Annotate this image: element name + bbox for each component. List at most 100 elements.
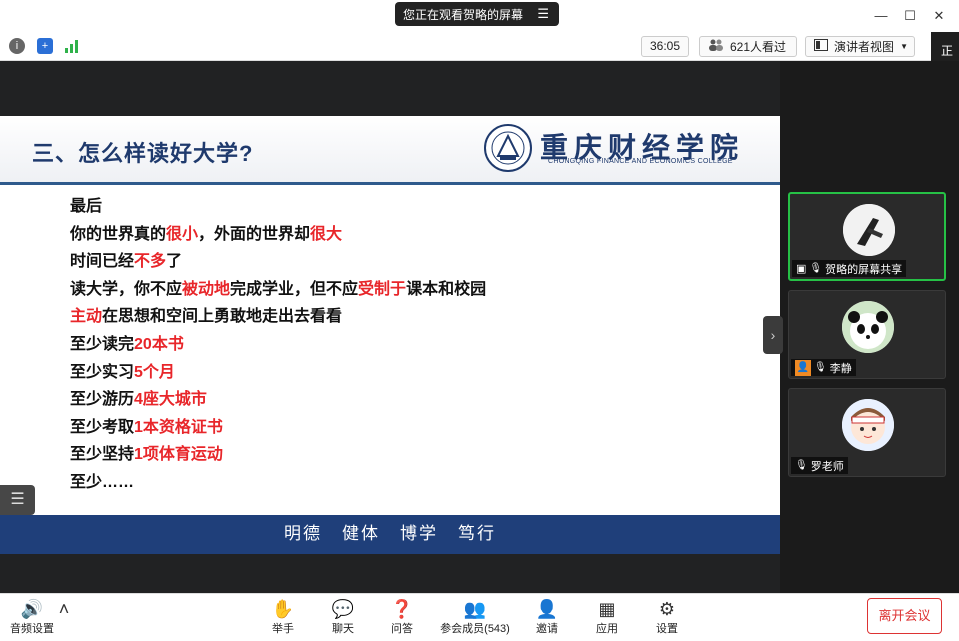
slide-line: 至少坚持1项体育运动 xyxy=(70,441,486,469)
slide-line: 至少…… xyxy=(70,469,486,497)
participant-name-tag: 👤 🎙 李静 xyxy=(791,359,856,376)
participant-tile[interactable]: ▣ 🎙 贺略的屏幕共享 xyxy=(788,192,946,281)
hand-icon: ✋ xyxy=(271,599,295,619)
body-text: 在思想和空间上勇敢地走出去看看 xyxy=(102,308,343,326)
apps-button[interactable]: ▦ 应用 xyxy=(577,596,637,640)
qa-button[interactable]: ❓ 问答 xyxy=(372,596,432,640)
participant-name-tag: ▣ 🎙 贺略的屏幕共享 xyxy=(792,260,907,277)
header-divider xyxy=(0,182,780,185)
slide-line: 读大学，你不应被动地完成学业，但不应受制于课本和校园 xyxy=(70,276,486,304)
invite-button[interactable]: 👤 邀请 xyxy=(517,596,577,640)
speaker-view-icon xyxy=(814,39,828,54)
mic-icon: 🎙 xyxy=(809,263,823,274)
highlight-text: 很大 xyxy=(310,225,343,243)
invite-label: 邀请 xyxy=(536,623,558,635)
participant-name: 罗老师 xyxy=(810,460,844,473)
motto-word: 笃行 xyxy=(458,524,496,544)
slide-line: 主动在思想和空间上勇敢地走出去看看 xyxy=(70,303,486,331)
highlight-text: 被动地 xyxy=(182,280,231,298)
presentation-slide: 三、怎么样读好大学? 重庆财经学院 CHONGQING FINANCE AND … xyxy=(0,116,780,554)
avatar xyxy=(842,399,894,451)
body-text: 你的世界真的 xyxy=(70,225,167,243)
highlight-text: 1项体育运动 xyxy=(134,446,223,464)
meeting-timer: 36:05 xyxy=(641,36,689,57)
settings-button[interactable]: ⚙ 设置 xyxy=(637,596,697,640)
members-button[interactable]: 👥 参会成员(543) xyxy=(436,596,514,640)
mic-muted-icon: 🎙 xyxy=(814,362,827,373)
participant-tile[interactable]: 👤 🎙 李静 xyxy=(788,290,946,379)
signal-icon[interactable] xyxy=(64,38,80,54)
members-label: 参会成员(543) xyxy=(440,623,510,635)
highlight-text: 4座大城市 xyxy=(134,391,207,409)
body-text: 至少…… xyxy=(70,473,135,491)
slide-line: 至少实习5个月 xyxy=(70,359,486,387)
panel-collapse-button[interactable]: › xyxy=(763,316,783,354)
screen-share-notice[interactable]: 您正在观看贺略的屏幕 ☰ xyxy=(395,2,559,26)
slide-line: 时间已经不多了 xyxy=(70,248,486,276)
highlight-text: 1本资格证书 xyxy=(134,418,223,436)
chat-label: 聊天 xyxy=(332,623,354,635)
slide-line: 最后 xyxy=(70,193,486,221)
body-text: 时间已经 xyxy=(70,253,135,271)
motto-word: 健体 xyxy=(342,524,380,544)
chat-icon: 💬 xyxy=(331,599,355,619)
college-seal-logo xyxy=(483,123,533,173)
title-bar: 您正在观看贺略的屏幕 ☰ — ☐ ✕ xyxy=(0,0,959,32)
share-notice-text: 您正在观看贺略的屏幕 xyxy=(403,7,524,22)
host-badge-icon: 👤 xyxy=(795,359,811,376)
meeting-controls-bar: 🔊 音频设置 ˄ ✋ 举手 💬 聊天 ❓ 问答 👥 参会成员(543) 👤 邀请… xyxy=(0,593,959,641)
minimize-button[interactable]: — xyxy=(871,6,891,26)
meeting-info-bar: i + 36:05 621人看过 演讲者视图 ▼ xyxy=(0,32,959,61)
body-text: 完成学业，但不应 xyxy=(230,280,359,298)
slide-title: 三、怎么样读好大学? xyxy=(32,141,254,166)
viewer-count[interactable]: 621人看过 xyxy=(699,36,797,57)
shared-screen-area: 三、怎么样读好大学? 重庆财经学院 CHONGQING FINANCE AND … xyxy=(0,61,780,593)
avatar xyxy=(842,301,894,353)
mic-muted-icon: 🎙 xyxy=(795,460,808,471)
slide-line: 至少游历4座大城市 xyxy=(70,386,486,414)
participant-tile[interactable]: 🎙 罗老师 xyxy=(788,388,946,477)
chat-button[interactable]: 💬 聊天 xyxy=(313,596,373,640)
maximize-button[interactable]: ☐ xyxy=(900,6,920,26)
info-icon[interactable]: i xyxy=(9,38,25,54)
apps-label: 应用 xyxy=(596,623,618,635)
highlight-text: 5个月 xyxy=(134,363,175,381)
chevron-down-icon: ▼ xyxy=(900,42,908,51)
people-icon: 👥 xyxy=(463,599,487,619)
participant-name-tag: 🎙 罗老师 xyxy=(791,457,848,474)
chevron-up-icon: ˄ xyxy=(58,599,70,619)
slide-header: 三、怎么样读好大学? 重庆财经学院 CHONGQING FINANCE AND … xyxy=(0,116,780,184)
highlight-text: 很小 xyxy=(166,225,199,243)
add-person-icon: 👤 xyxy=(535,599,559,619)
participant-name: 李静 xyxy=(829,362,852,375)
audio-options-button[interactable]: ˄ xyxy=(52,596,76,640)
slide-line: 你的世界真的很小，外面的世界却很大 xyxy=(70,221,486,249)
highlight-text: 主动 xyxy=(70,308,103,326)
hamburger-icon[interactable]: ☰ xyxy=(537,6,549,22)
raise-hand-button[interactable]: ✋ 举手 xyxy=(253,596,313,640)
view-mode-select[interactable]: 演讲者视图 ▼ xyxy=(805,36,915,57)
view-mode-label: 演讲者视图 xyxy=(834,40,895,54)
highlight-text: 受制于 xyxy=(358,280,407,298)
slide-line: 至少读完20本书 xyxy=(70,331,486,359)
body-text: 最后 xyxy=(70,198,103,215)
college-name-en: CHONGQING FINANCE AND ECONOMICS COLLEGE xyxy=(548,158,733,165)
close-window-button[interactable]: ✕ xyxy=(929,6,949,26)
participant-name: 贺略的屏幕共享 xyxy=(825,263,903,276)
viewer-count-text: 621人看过 xyxy=(730,40,787,54)
screen-share-icon: ▣ xyxy=(796,263,807,275)
highlight-text: 不多 xyxy=(134,253,167,271)
shield-icon[interactable]: + xyxy=(37,38,53,54)
audio-settings-label: 音频设置 xyxy=(10,623,54,635)
motto-bar: 明德 健体 博学 笃行 xyxy=(0,515,780,554)
body-text: 至少实习 xyxy=(70,363,135,381)
list-toggle-button[interactable]: ☰ xyxy=(0,485,35,515)
highlight-text: 20本书 xyxy=(134,335,184,353)
leave-meeting-button[interactable]: 离开会议 xyxy=(867,598,942,634)
apps-grid-icon: ▦ xyxy=(598,599,616,619)
motto-word: 明德 xyxy=(284,524,322,544)
avatar xyxy=(843,204,895,256)
slide-line: 至少考取1本资格证书 xyxy=(70,414,486,442)
raise-hand-label: 举手 xyxy=(272,623,294,635)
motto-word: 博学 xyxy=(400,524,438,544)
